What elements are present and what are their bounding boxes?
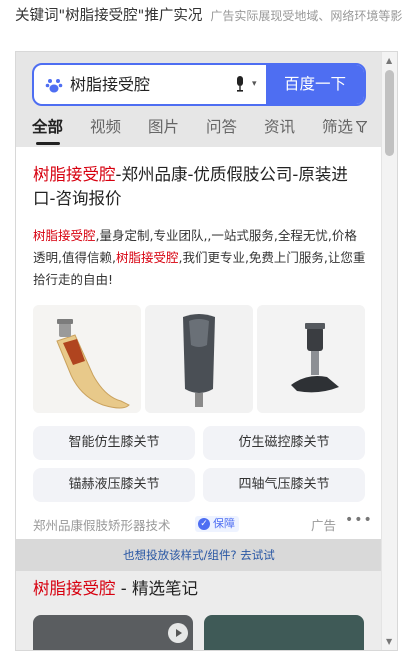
baidu-paw-icon	[45, 79, 63, 93]
ad-image-row	[33, 305, 365, 413]
ad-source-row: 郑州品康假肢矫形器技术 ✓ 保障 广告 •••	[33, 512, 372, 533]
sitelink-chip[interactable]: 锚赫液压膝关节	[33, 468, 195, 502]
tab-images[interactable]: 图片	[148, 116, 179, 138]
ad-result-card[interactable]: 树脂接受腔-郑州品康-优质假肢公司-原装进口-咨询报价 树脂接受腔,量身定制,专…	[16, 147, 382, 539]
notes-title-link[interactable]: 树脂接受腔 - 精选笔记	[33, 577, 198, 601]
search-input[interactable]: 树脂接受腔	[70, 65, 150, 104]
active-tab-indicator	[36, 142, 60, 145]
more-options-icon[interactable]: •••	[345, 512, 373, 528]
video-thumbnail[interactable]	[204, 615, 364, 650]
tab-video[interactable]: 视频	[90, 116, 121, 138]
notes-title-keyword: 树脂接受腔	[33, 579, 116, 598]
scroll-up-arrow-icon[interactable]: ▲	[386, 56, 392, 65]
page-heading-text: 关键词"树脂接受腔"推广实况	[15, 8, 203, 24]
notes-result-card[interactable]: 树脂接受腔 - 精选笔记	[16, 571, 382, 650]
prosthetic-knee-foot-image[interactable]	[257, 305, 365, 413]
scrollbar-thumb[interactable]	[385, 70, 394, 156]
scroll-down-arrow-icon[interactable]: ▼	[386, 637, 392, 646]
tab-filter[interactable]: 筛选	[322, 116, 353, 138]
ad-title-link[interactable]: 树脂接受腔-郑州品康-优质假肢公司-原装进口-咨询报价	[33, 163, 363, 211]
sitelink-chip[interactable]: 仿生磁控膝关节	[203, 426, 365, 460]
prosthetic-foot-image[interactable]	[33, 305, 141, 413]
search-header: 树脂接受腔 ▾ 百度一下 全部 视频 图片 问答 资讯 筛选	[16, 52, 382, 147]
video-thumbnail[interactable]	[33, 615, 193, 650]
desc-keyword: 树脂接受腔	[115, 250, 179, 265]
notes-title-text: - 精选笔记	[115, 579, 198, 598]
search-box[interactable]: 树脂接受腔 ▾ 百度一下	[32, 63, 366, 106]
tab-all[interactable]: 全部	[32, 116, 63, 138]
page-subheading: 广告实际展现受地域、网络环境等影响	[210, 9, 403, 23]
tab-qa[interactable]: 问答	[206, 116, 237, 138]
chevron-down-icon[interactable]: ▾	[252, 76, 257, 92]
verified-label: 保障	[213, 517, 235, 530]
sitelink-chip[interactable]: 智能仿生膝关节	[33, 426, 195, 460]
advertiser-name[interactable]: 郑州品康假肢矫形器技术	[33, 518, 171, 533]
promo-bar[interactable]: 也想投放该样式/组件? 去试试	[16, 539, 382, 571]
ad-title-keyword: 树脂接受腔	[33, 165, 116, 184]
filter-icon[interactable]	[356, 121, 367, 133]
phone-preview-frame: 树脂接受腔 ▾ 百度一下 全部 视频 图片 问答 资讯 筛选 树脂接受腔-郑州品…	[15, 51, 398, 651]
microphone-icon[interactable]	[235, 76, 245, 92]
check-shield-icon: ✓	[198, 518, 210, 530]
ad-description: 树脂接受腔,量身定制,专业团队,,一站式服务,全程无忧,价格透明,值得信赖,树脂…	[33, 225, 368, 291]
ad-label: 广告	[311, 518, 337, 533]
search-tabs: 全部 视频 图片 问答 资讯 筛选	[32, 116, 382, 145]
tab-news[interactable]: 资讯	[264, 116, 295, 138]
page-heading: 关键词"树脂接受腔"推广实况 广告实际展现受地域、网络环境等影响	[15, 4, 403, 28]
sitelink-chip[interactable]: 四轴气压膝关节	[203, 468, 365, 502]
prosthetic-socket-image[interactable]	[145, 305, 253, 413]
search-button[interactable]: 百度一下	[266, 65, 364, 104]
verified-badge: ✓ 保障	[195, 516, 239, 532]
desc-keyword: 树脂接受腔	[33, 228, 96, 243]
scrollbar[interactable]: ▲ ▼	[381, 52, 397, 650]
play-icon[interactable]	[168, 623, 188, 643]
